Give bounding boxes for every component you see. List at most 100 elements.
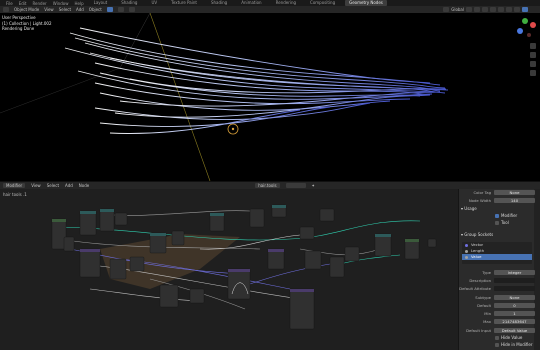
node[interactable]: [99, 208, 115, 232]
transform-orientation-dropdown[interactable]: Global: [451, 7, 464, 12]
node[interactable]: [319, 208, 335, 222]
node-link: [89, 288, 201, 302]
zoom-icon[interactable]: [530, 43, 536, 49]
socket-item-value[interactable]: Value: [462, 254, 532, 260]
z-axis-icon[interactable]: [517, 28, 523, 34]
node-header: [80, 249, 100, 252]
default-input-row: Default Input Default Value: [459, 327, 535, 334]
editor-type-dropdown[interactable]: Modifier: [3, 183, 26, 188]
menu-help[interactable]: Help: [74, 1, 83, 6]
node-menu-view[interactable]: View: [31, 183, 41, 188]
viewport-menu-add[interactable]: Add: [76, 7, 84, 12]
menu-window[interactable]: Window: [53, 1, 69, 6]
tool-checkbox[interactable]: [495, 221, 499, 225]
usage-panel-header[interactable]: ▾ Usage: [461, 206, 533, 211]
node-tree-users-field[interactable]: [285, 183, 306, 188]
node[interactable]: [374, 233, 392, 257]
x-axis-icon[interactable]: [530, 22, 536, 28]
group-sockets-header[interactable]: ▾ Group Sockets: [461, 232, 533, 237]
orientation-icon[interactable]: [443, 7, 450, 12]
node-width-row: Node Width 140: [459, 197, 535, 204]
hide-in-modifier-row[interactable]: Hide in Modifier: [495, 342, 540, 347]
node-menu-select[interactable]: Select: [47, 183, 59, 188]
pin-icon[interactable]: ✦: [312, 183, 315, 188]
modifier-checkbox[interactable]: [495, 214, 499, 218]
select-mode-icon[interactable]: [106, 7, 113, 12]
min-value-field[interactable]: 1: [494, 310, 535, 317]
visibility-icon[interactable]: [482, 7, 488, 12]
node[interactable]: [63, 236, 75, 252]
shading-rendered-icon[interactable]: [522, 7, 528, 12]
node-header: [268, 249, 284, 252]
hair-curves[interactable]: [64, 27, 449, 134]
camera-view-icon[interactable]: [530, 61, 536, 67]
default-input-dropdown[interactable]: Default Value: [494, 327, 535, 334]
max-value-field[interactable]: 2147483647: [494, 318, 535, 325]
node[interactable]: [171, 230, 185, 246]
shading-solid-icon[interactable]: [514, 7, 520, 12]
menu-file[interactable]: File: [6, 1, 13, 6]
node[interactable]: [79, 210, 97, 236]
usage-modifier-row[interactable]: Modifier: [495, 213, 540, 218]
overlay-toggle-icon[interactable]: [498, 7, 504, 12]
viewport-menu-select[interactable]: Select: [59, 7, 71, 12]
snap-icon[interactable]: [466, 7, 472, 12]
viewport-menu-view[interactable]: View: [44, 7, 54, 12]
viewport-menu-object[interactable]: Object: [89, 7, 102, 12]
select-extend-icon[interactable]: [117, 7, 124, 12]
node[interactable]: [249, 208, 265, 228]
perspective-toggle-icon[interactable]: [530, 70, 536, 76]
hair-strand: [84, 42, 441, 92]
viewport-info: User Perspective (1) Collection | Light.…: [2, 15, 52, 32]
default-attribute-label: Default Attribute: [459, 286, 491, 291]
viewport-nav-tools: [530, 43, 536, 76]
node[interactable]: [304, 250, 322, 270]
y-axis-icon[interactable]: [522, 18, 528, 24]
node[interactable]: [299, 226, 315, 240]
node-editor-canvas[interactable]: hair tools .1: [0, 189, 458, 350]
3d-viewport[interactable]: User Perspective (1) Collection | Light.…: [0, 13, 540, 181]
node[interactable]: [129, 256, 145, 272]
node[interactable]: [189, 288, 205, 304]
xray-icon[interactable]: [506, 7, 512, 12]
navigation-gizmo[interactable]: [516, 15, 538, 41]
hide-value-checkbox[interactable]: [495, 336, 499, 340]
node[interactable]: [344, 246, 360, 262]
subtype-row: Subtype None: [459, 294, 535, 301]
neg-x-axis-icon[interactable]: [527, 33, 531, 37]
node[interactable]: [159, 284, 179, 308]
hide-value-row[interactable]: Hide Value: [495, 335, 540, 340]
subtype-dropdown[interactable]: None: [494, 294, 535, 301]
node[interactable]: [329, 256, 345, 278]
default-label: Default: [477, 303, 491, 308]
pan-icon[interactable]: [530, 52, 536, 58]
node-menu-add[interactable]: Add: [65, 183, 73, 188]
object-mode-dropdown[interactable]: Object Mode: [14, 7, 39, 12]
color-tag-dropdown[interactable]: None: [494, 189, 535, 196]
select-subtract-icon[interactable]: [128, 7, 135, 12]
gizmo-toggle-icon[interactable]: [490, 7, 496, 12]
node-group-output[interactable]: [427, 238, 437, 248]
node-float-curve[interactable]: [289, 288, 315, 330]
description-field[interactable]: [494, 277, 535, 284]
node[interactable]: [79, 248, 101, 278]
node-tree-selector[interactable]: hair.tools: [255, 183, 280, 188]
proportional-icon[interactable]: [474, 7, 480, 12]
node-header: [272, 205, 286, 208]
usage-tool-row[interactable]: Tool: [495, 220, 540, 225]
editor-type-icon[interactable]: [3, 7, 9, 12]
node[interactable]: [114, 212, 128, 226]
node-curve-preview[interactable]: [227, 268, 251, 300]
node[interactable]: [109, 258, 127, 280]
hide-in-modifier-checkbox[interactable]: [495, 343, 499, 347]
default-attribute-field[interactable]: [494, 285, 535, 292]
color-tag-label: Color Tag: [473, 190, 491, 195]
node-width-field[interactable]: 140: [494, 197, 535, 204]
socket-name: Vector: [471, 242, 484, 247]
default-value-field[interactable]: 0: [494, 302, 535, 309]
node-menu-node[interactable]: Node: [79, 183, 89, 188]
type-dropdown[interactable]: Integer: [494, 269, 535, 276]
socket-list[interactable]: Vector Length Value: [462, 242, 532, 264]
menu-edit[interactable]: Edit: [19, 1, 27, 6]
menu-render[interactable]: Render: [32, 1, 46, 6]
